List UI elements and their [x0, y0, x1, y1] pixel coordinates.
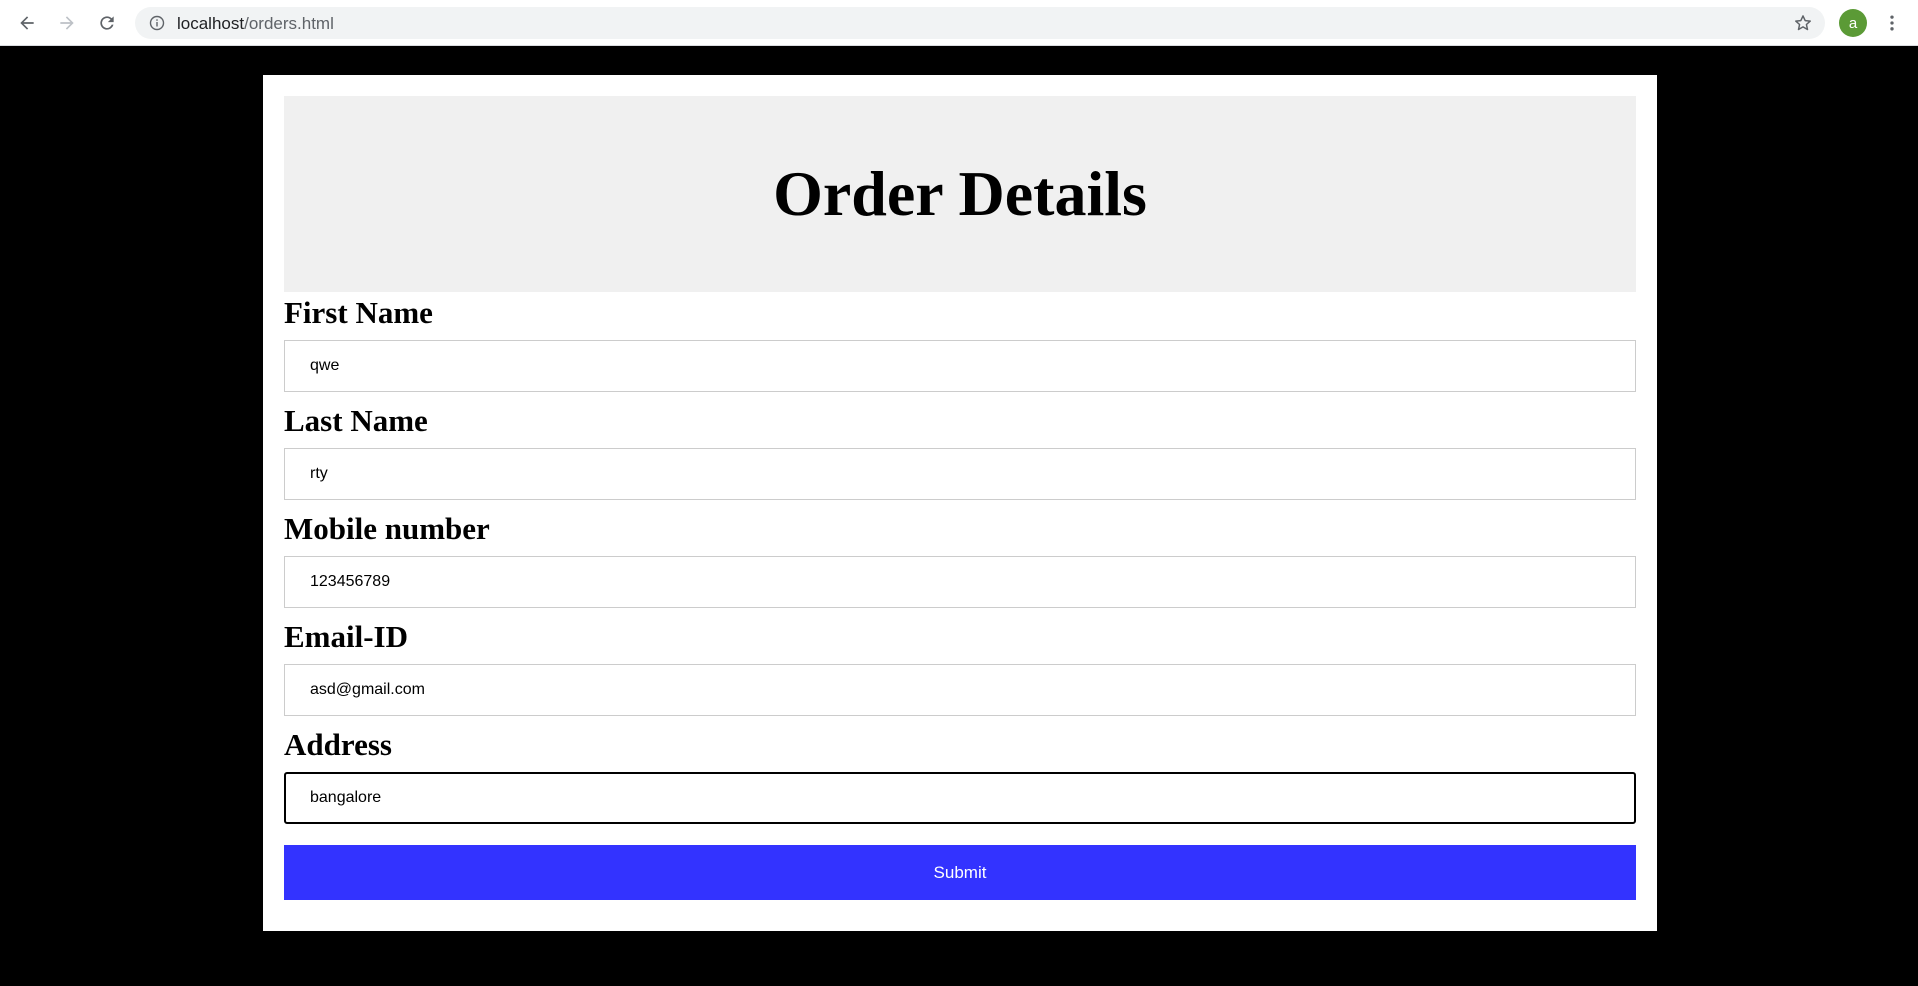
arrow-left-icon	[20, 16, 34, 30]
form-header: Order Details	[284, 96, 1636, 292]
info-icon[interactable]	[149, 15, 165, 31]
first-name-field[interactable]	[284, 340, 1636, 392]
last-name-field[interactable]	[284, 448, 1636, 500]
back-button[interactable]	[12, 8, 42, 38]
forward-button[interactable]	[52, 8, 82, 38]
kebab-menu-icon[interactable]	[1880, 11, 1904, 35]
order-form-card: Order Details First Name Last Name Mobil…	[263, 75, 1657, 931]
address-bar[interactable]: localhost/orders.html	[135, 7, 1825, 39]
url-text: localhost/orders.html	[177, 14, 334, 34]
page-title: Order Details	[773, 158, 1147, 229]
last-name-label: Last Name	[284, 403, 428, 438]
address-label: Address	[284, 727, 392, 762]
email-label: Email-ID	[284, 619, 408, 654]
mobile-number-label: Mobile number	[284, 511, 490, 546]
url-host: localhost	[177, 14, 245, 33]
arrow-right-icon	[60, 16, 74, 30]
profile-avatar[interactable]: a	[1839, 9, 1867, 37]
browser-toolbar: localhost/orders.html a	[0, 0, 1918, 46]
reload-button[interactable]	[92, 8, 122, 38]
email-field[interactable]	[284, 664, 1636, 716]
reload-icon	[100, 16, 114, 30]
mobile-number-field[interactable]	[284, 556, 1636, 608]
star-icon[interactable]	[1793, 13, 1813, 33]
address-field[interactable]	[284, 772, 1636, 824]
url-path: /orders.html	[244, 14, 334, 33]
submit-button[interactable]: Submit	[284, 845, 1636, 900]
first-name-label: First Name	[284, 295, 433, 330]
